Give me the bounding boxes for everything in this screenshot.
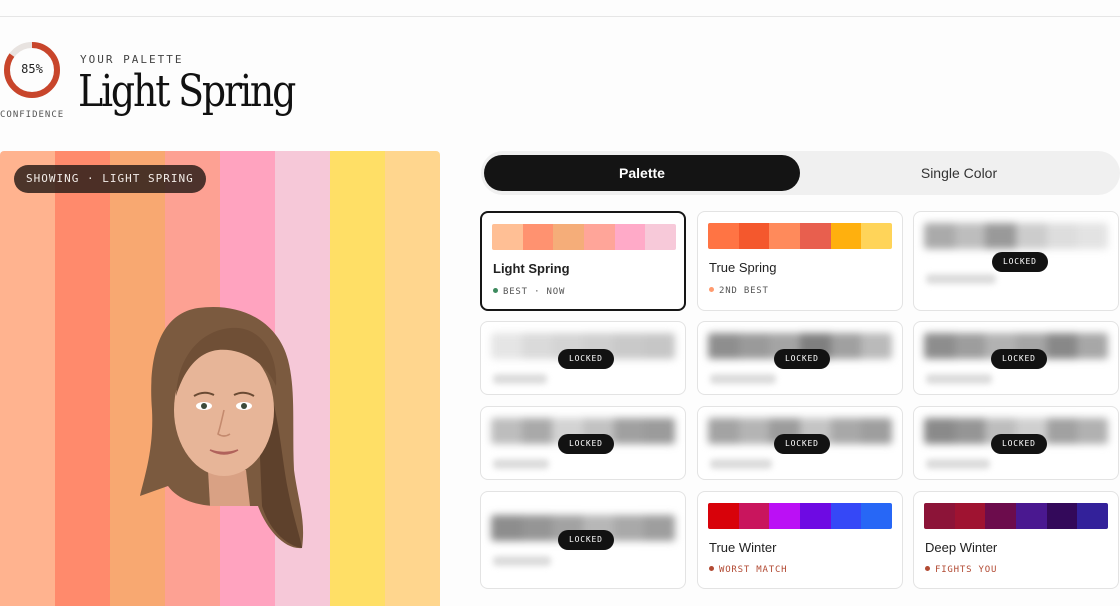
locked-badge: LOCKED: [558, 530, 614, 550]
status-tag: FIGHTS YOU: [925, 565, 997, 575]
status-tag: 2ND BEST: [709, 286, 769, 296]
color-swatch: [492, 224, 523, 250]
status-dot: [709, 566, 714, 571]
tab-palette[interactable]: Palette: [484, 155, 800, 191]
confidence-meter: 85% CONFIDENCE: [0, 41, 65, 123]
color-swatch: [1046, 503, 1078, 529]
swatch-strip: [708, 503, 892, 529]
season-card-light-spring[interactable]: Light Spring BEST · NOW: [480, 211, 686, 311]
color-swatch: [1016, 503, 1047, 529]
season-name: Light Spring: [493, 261, 570, 276]
portrait-image: [140, 306, 304, 549]
season-card-true-winter[interactable]: True Winter WORST MATCH: [697, 491, 903, 589]
blurred-name: [493, 459, 549, 469]
color-swatch: [708, 223, 739, 249]
season-card-deep-winter[interactable]: Deep Winter FIGHTS YOU: [913, 491, 1119, 589]
color-swatch: [861, 503, 892, 529]
color-swatch: [522, 224, 554, 250]
color-swatch: [800, 503, 831, 529]
status-dot: [493, 288, 498, 293]
status-tag: BEST · NOW: [493, 287, 565, 297]
swatch-strip: [708, 223, 892, 249]
color-swatch: [708, 503, 739, 529]
season-card-locked[interactable]: LOCKED: [480, 491, 686, 589]
color-swatch: [769, 223, 801, 249]
color-swatch: [861, 223, 892, 249]
blurred-name: [493, 556, 551, 566]
status-tag: WORST MATCH: [709, 565, 787, 575]
color-stripe: [330, 151, 385, 606]
season-card-locked[interactable]: LOCKED: [913, 406, 1119, 480]
color-swatch: [738, 503, 770, 529]
color-swatch: [645, 224, 676, 250]
confidence-label: CONFIDENCE: [0, 110, 65, 120]
color-swatch: [954, 503, 986, 529]
blurred-name: [926, 459, 990, 469]
locked-badge: LOCKED: [991, 349, 1047, 369]
color-stripe: [0, 151, 55, 606]
locked-badge: LOCKED: [558, 434, 614, 454]
color-stripe: [55, 151, 110, 606]
locked-badge: LOCKED: [774, 349, 830, 369]
tab-single-color[interactable]: Single Color: [801, 155, 1117, 191]
view-toggle: Palette Single Color: [481, 151, 1120, 195]
page-title: Light Spring: [78, 66, 296, 117]
season-name: True Spring: [709, 260, 777, 275]
season-card-locked[interactable]: LOCKED: [913, 211, 1119, 311]
color-swatch: [1077, 503, 1108, 529]
color-swatch: [830, 503, 862, 529]
top-divider: [0, 16, 1120, 17]
season-card-locked[interactable]: LOCKED: [697, 406, 903, 480]
color-swatch: [738, 223, 770, 249]
locked-badge: LOCKED: [992, 252, 1048, 272]
season-card-locked[interactable]: LOCKED: [697, 321, 903, 395]
season-card-locked[interactable]: LOCKED: [480, 321, 686, 395]
showing-badge: SHOWING · LIGHT SPRING: [14, 165, 206, 193]
season-card-locked[interactable]: LOCKED: [480, 406, 686, 480]
locked-badge: LOCKED: [991, 434, 1047, 454]
status-text: WORST MATCH: [719, 565, 788, 575]
status-text: BEST · NOW: [503, 287, 566, 297]
season-card-true-spring[interactable]: True Spring 2ND BEST: [697, 211, 903, 311]
color-swatch: [924, 503, 955, 529]
color-swatch: [584, 224, 615, 250]
blurred-name: [710, 374, 776, 384]
color-swatch: [769, 503, 801, 529]
blurred-swatch-strip: [924, 223, 1108, 249]
locked-badge: LOCKED: [774, 434, 830, 454]
locked-badge: LOCKED: [558, 349, 614, 369]
eyebrow-label: YOUR PALETTE: [80, 53, 184, 66]
blurred-name: [926, 374, 992, 384]
confidence-value: 85%: [21, 62, 43, 76]
season-name: True Winter: [709, 540, 777, 555]
color-swatch: [830, 223, 862, 249]
blurred-name: [710, 459, 772, 469]
swatch-strip: [492, 224, 676, 250]
status-text: FIGHTS YOU: [935, 565, 998, 575]
season-card-locked[interactable]: LOCKED: [913, 321, 1119, 395]
status-dot: [925, 566, 930, 571]
season-name: Deep Winter: [925, 540, 998, 555]
color-swatch: [553, 224, 585, 250]
color-swatch: [985, 503, 1017, 529]
blurred-name: [926, 274, 996, 284]
blurred-name: [493, 374, 547, 384]
color-swatch: [614, 224, 646, 250]
color-stripe: [385, 151, 440, 606]
status-dot: [709, 287, 714, 292]
color-swatch: [800, 223, 831, 249]
swatch-strip: [924, 503, 1108, 529]
status-text: 2ND BEST: [719, 286, 769, 296]
